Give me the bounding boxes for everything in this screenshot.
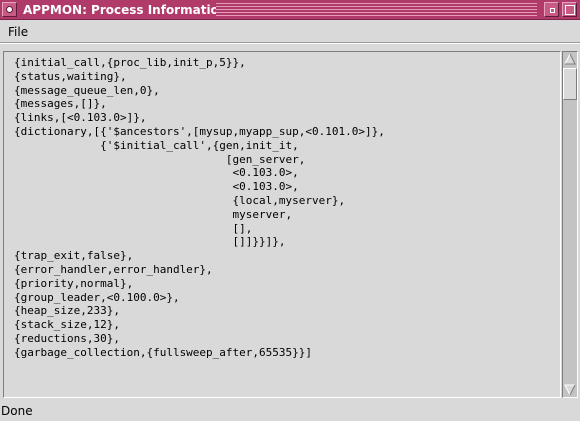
- minimize-icon[interactable]: [544, 2, 559, 17]
- status-bar: Done: [0, 401, 580, 421]
- title-bar[interactable]: APPMON: Process Information: [0, 0, 580, 20]
- arrow-up-icon[interactable]: [563, 52, 577, 66]
- content-line: {'$initial_call',{gen,init_it,: [14, 138, 299, 152]
- menu-separator: [0, 42, 580, 43]
- arrow-down-icon[interactable]: [563, 383, 577, 397]
- content-line: [gen_server,: [14, 152, 306, 166]
- window-title: APPMON: Process Information: [23, 3, 228, 17]
- status-text: Done: [1, 404, 33, 418]
- content-line: <0.103.0>,: [14, 166, 299, 180]
- process-info-window: APPMON: Process Information File {initia…: [0, 0, 580, 421]
- menu-bar: File: [0, 21, 580, 44]
- content-line: {stack_size,12},: [14, 318, 120, 332]
- content-line: [],: [14, 221, 253, 235]
- content-line: {reductions,30},: [14, 331, 120, 345]
- content-line: {status,waiting},: [14, 69, 127, 83]
- scrollbar-thumb[interactable]: [563, 68, 577, 100]
- content-line: []]}}]},: [14, 235, 286, 249]
- menu-file[interactable]: File: [6, 24, 30, 40]
- content-line: {initial_call,{proc_lib,init_p,5}},: [14, 56, 246, 69]
- process-info-text-frame: {initial_call,{proc_lib,init_p,5}}, {sta…: [3, 51, 561, 398]
- content-line: {local,myserver},: [14, 193, 346, 207]
- content-line: myserver,: [14, 207, 293, 221]
- title-bar-groove: [216, 3, 537, 16]
- content-line: {group_leader,<0.100.0>},: [14, 290, 180, 304]
- content-line: {trap_exit,false},: [14, 249, 134, 263]
- maximize-icon[interactable]: [562, 2, 577, 17]
- content-line: {garbage_collection,{fullsweep_after,655…: [14, 345, 313, 359]
- window-menu-icon[interactable]: [2, 2, 17, 17]
- content-line: {messages,[]},: [14, 97, 107, 111]
- content-line: {message_queue_len,0},: [14, 83, 160, 97]
- process-info-content: {initial_call,{proc_lib,init_p,5}}, {sta…: [5, 53, 559, 360]
- process-info-text[interactable]: {initial_call,{proc_lib,init_p,5}}, {sta…: [5, 53, 559, 396]
- vertical-scrollbar[interactable]: [562, 51, 578, 398]
- content-line: <0.103.0>,: [14, 180, 299, 194]
- content-line: {error_handler,error_handler},: [14, 262, 213, 276]
- content-line: {dictionary,[{'$ancestors',[mysup,myapp_…: [14, 124, 385, 138]
- content-line: {heap_size,233},: [14, 304, 120, 318]
- content-line: {priority,normal},: [14, 276, 134, 290]
- content-line: {links,[<0.103.0>]},: [14, 111, 147, 125]
